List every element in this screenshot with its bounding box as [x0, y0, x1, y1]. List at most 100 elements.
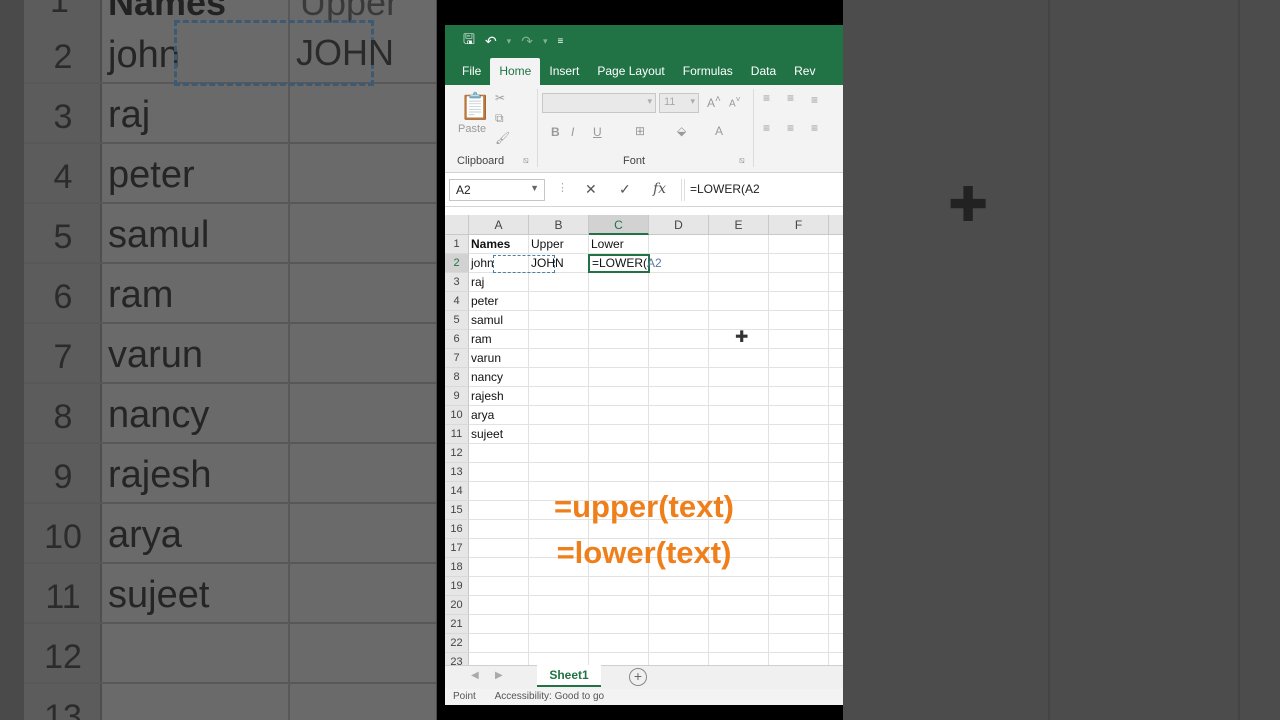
- cell-a4[interactable]: peter: [469, 292, 529, 311]
- row-header-7[interactable]: 7: [445, 349, 469, 368]
- tab-insert[interactable]: Insert: [540, 64, 588, 85]
- bold-icon[interactable]: B: [551, 125, 560, 139]
- row-header-22[interactable]: 22: [445, 634, 469, 653]
- cell-a8[interactable]: nancy: [469, 368, 529, 387]
- row-header-10[interactable]: 10: [445, 406, 469, 425]
- align-bottom-icon[interactable]: ≡: [811, 93, 818, 107]
- underline-icon[interactable]: U: [593, 125, 602, 139]
- zoomed-row-number: 3: [53, 98, 73, 136]
- borders-icon[interactable]: ⊞: [635, 124, 645, 138]
- tab-page-layout[interactable]: Page Layout: [588, 64, 673, 85]
- cell-a10[interactable]: arya: [469, 406, 529, 425]
- font-name-select[interactable]: ▾: [542, 93, 656, 113]
- name-box[interactable]: A2 ▼: [449, 179, 545, 201]
- cell-c1[interactable]: Lower: [589, 235, 649, 254]
- insert-function-icon[interactable]: fx: [653, 181, 666, 197]
- ribbon-tabs: File Home Insert Page Layout Formulas Da…: [445, 57, 843, 85]
- formula-bar: A2 ▼ ⋮ ✕ ✓ fx =LOWER(A2: [445, 173, 843, 207]
- row-header-6[interactable]: 6: [445, 330, 469, 349]
- row-header-8[interactable]: 8: [445, 368, 469, 387]
- cell-a11[interactable]: sujeet: [469, 425, 529, 444]
- row-header-23[interactable]: 23: [445, 653, 469, 665]
- cell-a9[interactable]: rajesh: [469, 387, 529, 406]
- cell-a3[interactable]: raj: [469, 273, 529, 292]
- quick-access-toolbar: 🖫 ↶ ▾ ↷ ▾ ≡: [445, 25, 843, 57]
- cell-a6[interactable]: ram: [469, 330, 529, 349]
- tab-review[interactable]: Rev: [785, 64, 824, 85]
- format-painter-icon[interactable]: 🖌: [495, 131, 510, 145]
- fill-color-icon[interactable]: ⬙: [677, 124, 686, 138]
- tab-data[interactable]: Data: [742, 64, 785, 85]
- align-center-icon[interactable]: ≡: [787, 121, 794, 135]
- column-header-c[interactable]: C: [589, 215, 649, 235]
- save-icon[interactable]: 🖫: [463, 29, 475, 53]
- tab-formulas[interactable]: Formulas: [674, 64, 742, 85]
- customize-toolbar-icon[interactable]: ≡: [557, 36, 563, 47]
- redo-icon[interactable]: ↷: [521, 33, 533, 50]
- cancel-icon[interactable]: ✕: [585, 181, 597, 198]
- next-sheet-icon[interactable]: ▶: [495, 670, 503, 681]
- cell-a1[interactable]: Names: [469, 235, 529, 254]
- sheet-tab-sheet1[interactable]: Sheet1: [537, 665, 601, 687]
- row-header-21[interactable]: 21: [445, 615, 469, 634]
- row-header-4[interactable]: 4: [445, 292, 469, 311]
- font-launcher-icon[interactable]: ⧅: [739, 155, 745, 166]
- zoomed-name: john: [108, 34, 180, 76]
- column-header-b[interactable]: B: [529, 215, 589, 235]
- clipboard-launcher-icon[interactable]: ⧅: [523, 155, 529, 166]
- row-header-1[interactable]: 1: [445, 235, 469, 254]
- formula-input[interactable]: =LOWER(A2: [681, 179, 843, 201]
- decrease-font-icon[interactable]: A˅: [729, 94, 741, 109]
- row-header-9[interactable]: 9: [445, 387, 469, 406]
- accessibility-status[interactable]: Accessibility: Good to go: [495, 691, 605, 702]
- row-header-19[interactable]: 19: [445, 577, 469, 596]
- tab-home[interactable]: Home: [490, 58, 541, 85]
- row-header-11[interactable]: 11: [445, 425, 469, 444]
- cell-b1[interactable]: Upper: [529, 235, 589, 254]
- tab-file[interactable]: File: [453, 64, 490, 85]
- increase-font-icon[interactable]: A˄: [707, 94, 721, 110]
- grid-row-line: [469, 481, 843, 482]
- column-header-a[interactable]: A: [469, 215, 529, 235]
- zoomed-row-number: 4: [53, 158, 73, 196]
- row-header-13[interactable]: 13: [445, 463, 469, 482]
- redo-dropdown-icon[interactable]: ▾: [543, 36, 548, 47]
- column-header-e[interactable]: E: [709, 215, 769, 235]
- formula-bar-grip-icon: ⋮: [557, 182, 568, 194]
- overlay-upper-formula: =upper(text): [554, 489, 734, 524]
- cell-a7[interactable]: varun: [469, 349, 529, 368]
- enter-icon[interactable]: ✓: [619, 181, 631, 198]
- row-header-3[interactable]: 3: [445, 273, 469, 292]
- paste-label[interactable]: Paste: [458, 123, 486, 135]
- zoomed-row-number: 6: [53, 278, 73, 316]
- grid-row-line: [469, 614, 843, 615]
- paste-icon[interactable]: 📋: [459, 91, 491, 122]
- worksheet-grid[interactable]: A B C D E F 1 2 3 4 5 6 7 8 9 10 11 12 13 14 15 16 17 18 19 20 21 2…: [445, 215, 843, 665]
- row-header-5[interactable]: 5: [445, 311, 469, 330]
- zoomed-row: 10 arya: [24, 504, 436, 564]
- add-sheet-icon[interactable]: +: [629, 668, 647, 686]
- copy-icon[interactable]: ⧉: [495, 111, 504, 126]
- zoomed-row-number: 2: [53, 38, 73, 76]
- row-header-2[interactable]: 2: [445, 254, 469, 273]
- undo-icon[interactable]: ↶: [485, 33, 497, 50]
- cell-a5[interactable]: samul: [469, 311, 529, 330]
- column-header-f[interactable]: F: [769, 215, 829, 235]
- align-right-icon[interactable]: ≡: [811, 121, 818, 135]
- zoomed-name: arya: [108, 514, 182, 556]
- select-all-corner[interactable]: [445, 215, 469, 235]
- align-middle-icon[interactable]: ≡: [787, 91, 794, 105]
- align-left-icon[interactable]: ≡: [763, 121, 770, 135]
- align-top-icon[interactable]: ≡: [763, 91, 770, 105]
- row-header-12[interactable]: 12: [445, 444, 469, 463]
- column-header-d[interactable]: D: [649, 215, 709, 235]
- font-color-icon[interactable]: A: [715, 124, 723, 138]
- prev-sheet-icon[interactable]: ◀: [471, 670, 479, 681]
- cell-c2-editing[interactable]: =LOWER(A2: [588, 254, 662, 273]
- row-header-20[interactable]: 20: [445, 596, 469, 615]
- cut-icon[interactable]: ✂: [495, 91, 505, 105]
- font-size-select[interactable]: 11 ▾: [659, 93, 699, 113]
- italic-icon[interactable]: I: [571, 125, 574, 139]
- grid-row-line: [469, 652, 843, 653]
- undo-dropdown-icon[interactable]: ▾: [507, 36, 512, 47]
